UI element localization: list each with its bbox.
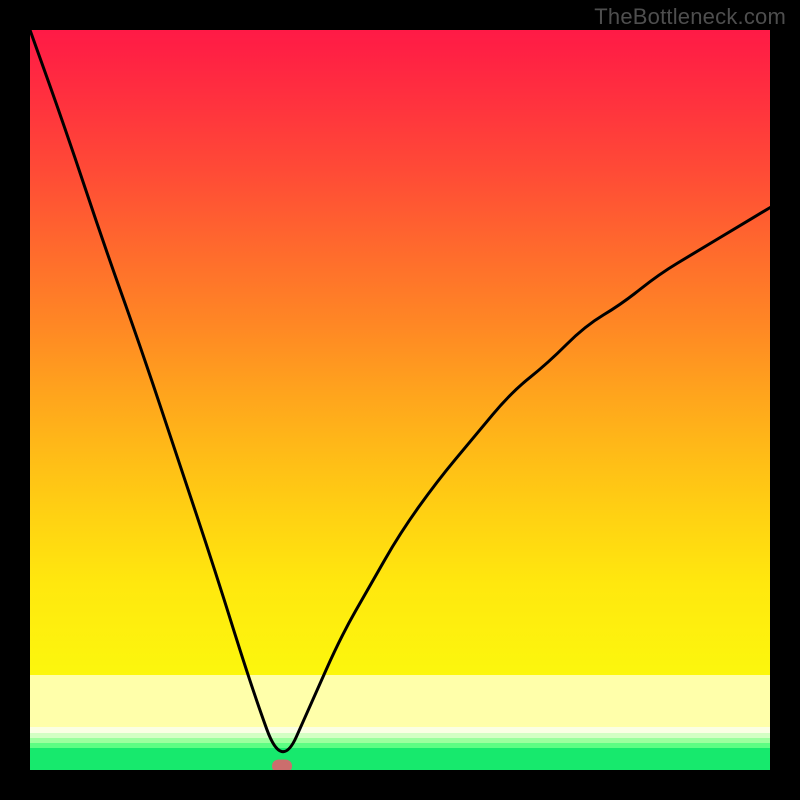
plot-area: [30, 30, 770, 770]
chart-frame: TheBottleneck.com: [0, 0, 800, 800]
bottleneck-curve: [30, 30, 770, 770]
watermark-text: TheBottleneck.com: [594, 4, 786, 30]
curve-path: [30, 30, 770, 752]
optimal-point-marker: [272, 760, 292, 771]
